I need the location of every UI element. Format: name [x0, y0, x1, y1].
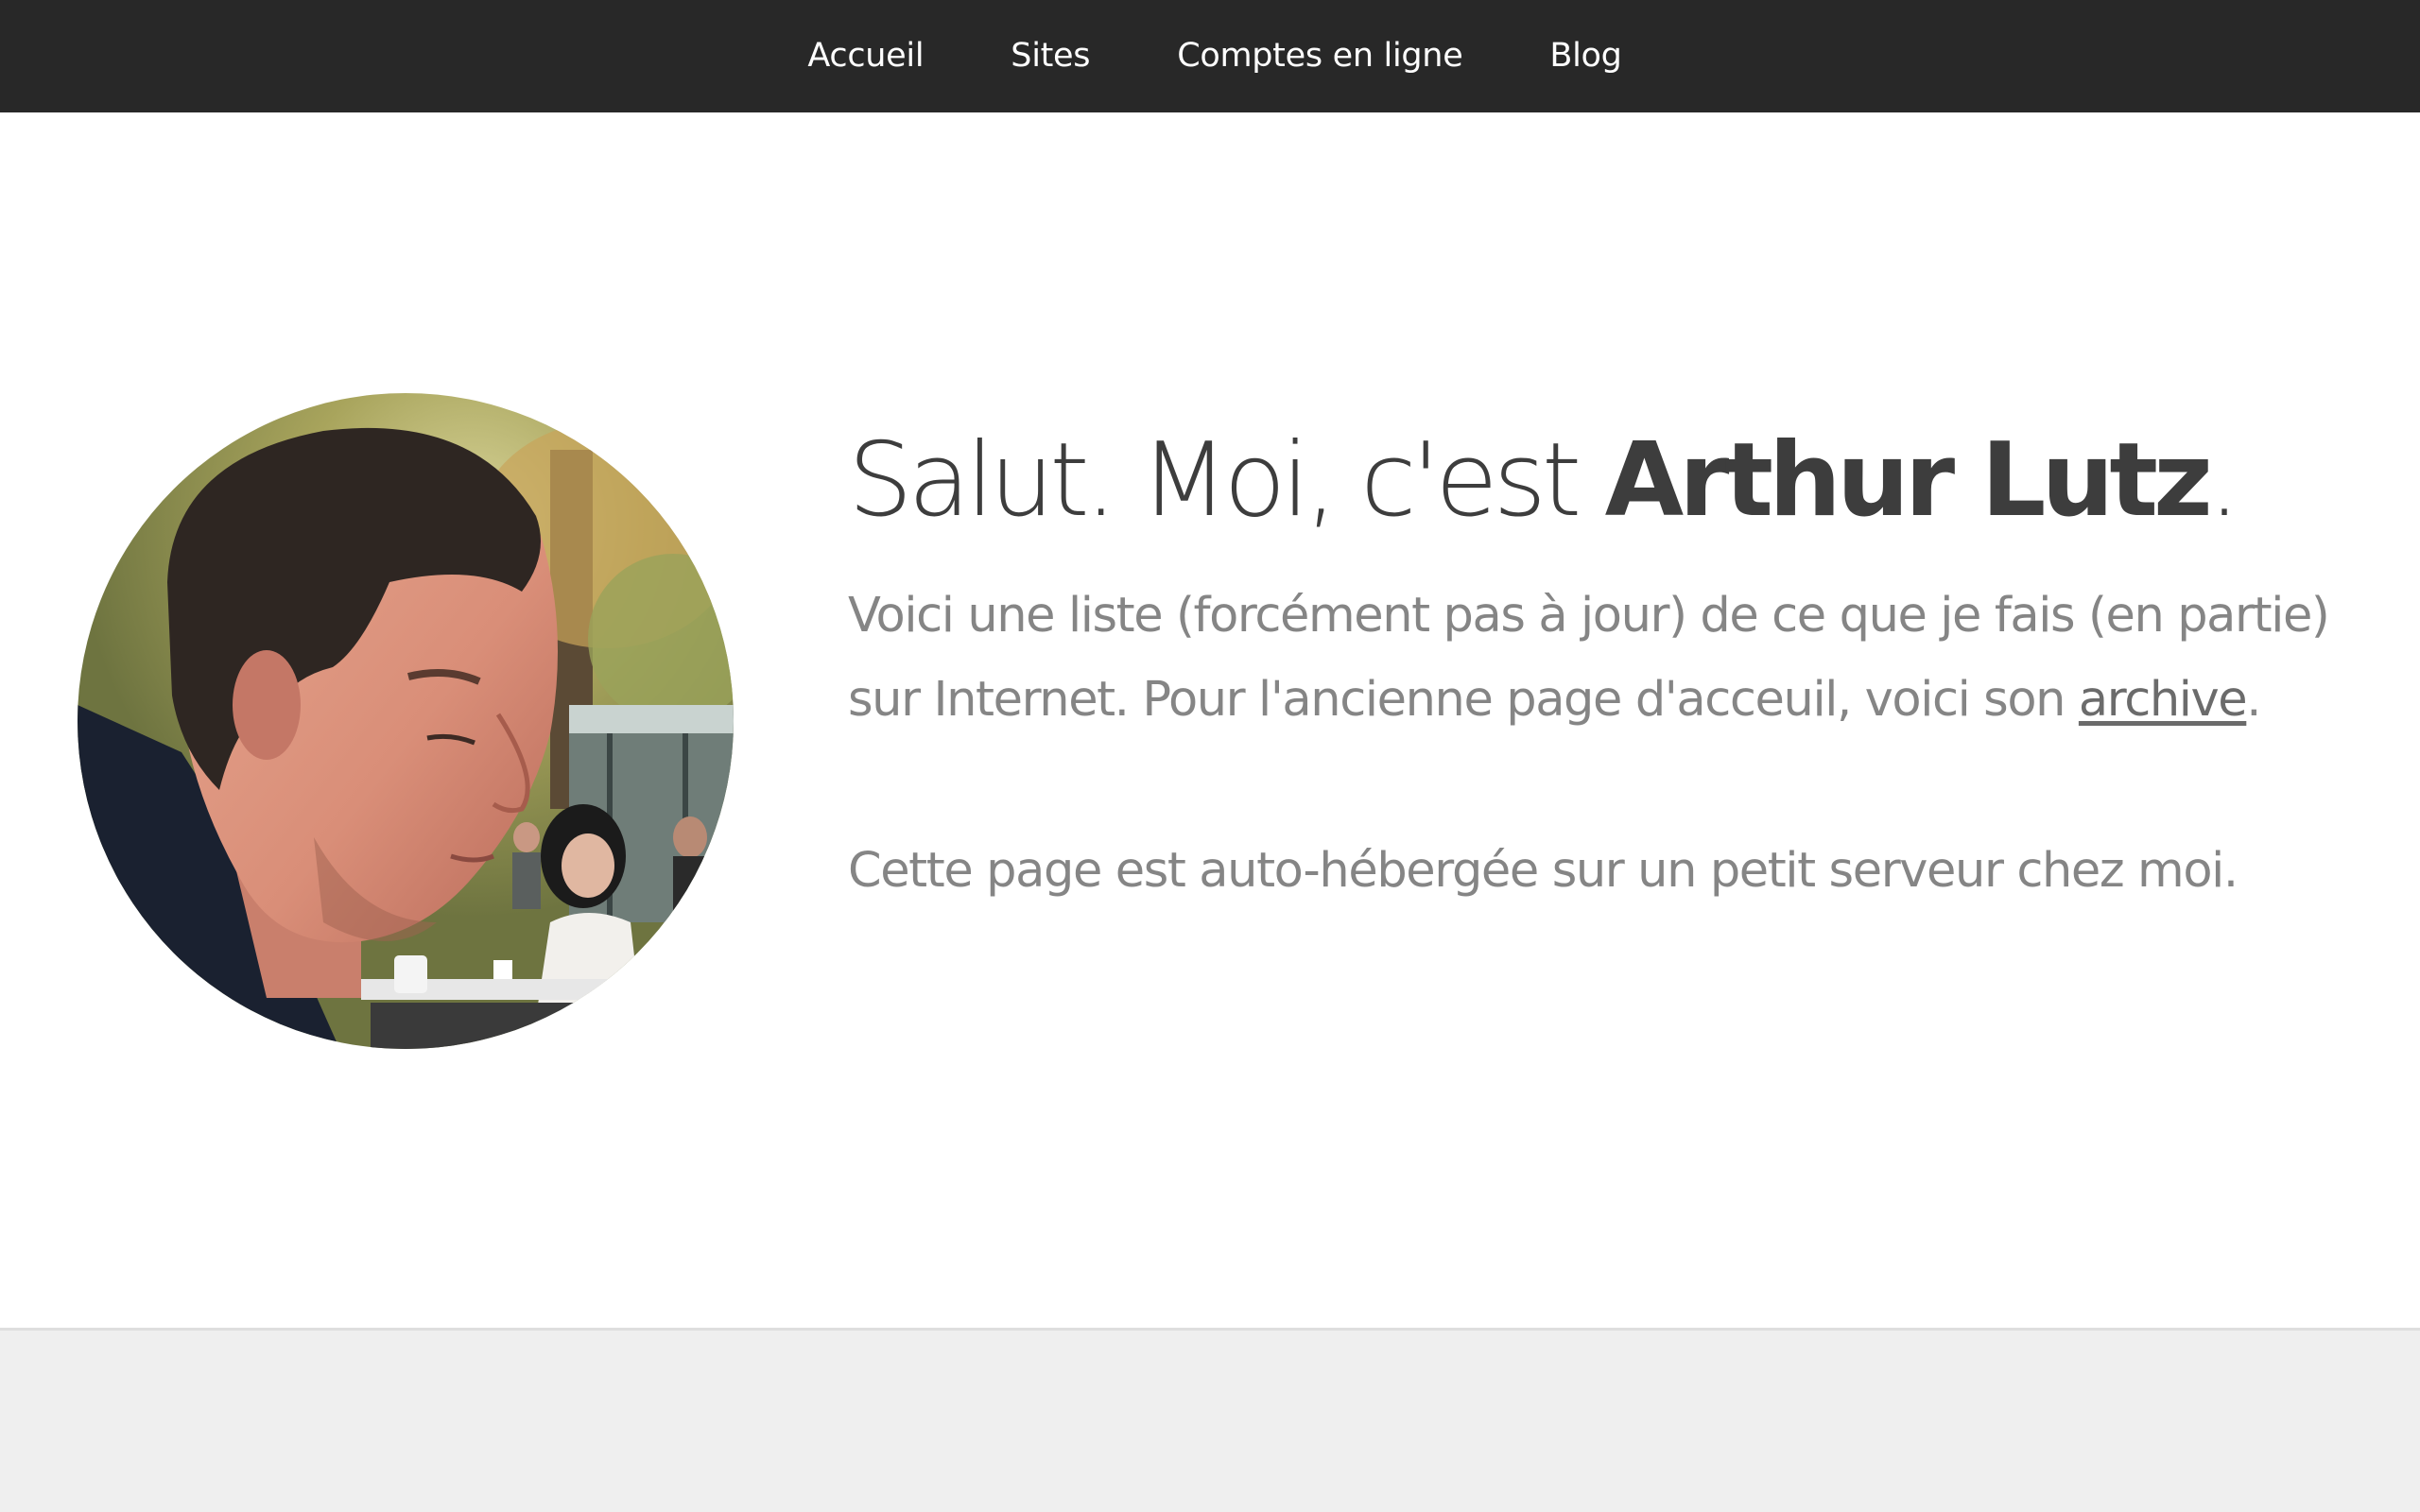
nav-item-blog[interactable]: Blog — [1506, 0, 1665, 112]
hero-content: Salut. Moi, c'est Arthur Lutz. Voici une… — [848, 396, 2360, 913]
profile-photo — [78, 393, 734, 1049]
headline-suffix: . — [2207, 421, 2240, 540]
nav-item-sites[interactable]: Sites — [967, 0, 1133, 112]
intro-paragraph: Voici une liste (forcément pas à jour) d… — [848, 574, 2360, 742]
intro-suffix: . — [2246, 672, 2261, 728]
nav-item-accueil[interactable]: Accueil — [764, 0, 967, 112]
headline-name: Arthur Lutz — [1604, 421, 2213, 540]
profile-photo-illustration — [78, 393, 734, 1049]
footer-band — [0, 1328, 2420, 1512]
hero-section: Salut. Moi, c'est Arthur Lutz. Voici une… — [0, 112, 2420, 1328]
archive-link[interactable]: archive — [2079, 672, 2248, 728]
top-navigation: Accueil Sites Comptes en ligne Blog — [0, 0, 2420, 112]
self-hosted-note: Cette page est auto-hébergée sur un peti… — [848, 843, 2238, 899]
nav-list: Accueil Sites Comptes en ligne Blog — [764, 0, 1665, 112]
page-title: Salut. Moi, c'est Arthur Lutz. — [848, 396, 2360, 566]
nav-item-comptes-en-ligne[interactable]: Comptes en ligne — [1133, 0, 1506, 112]
headline-prefix: Salut. Moi, c'est — [848, 421, 1605, 540]
